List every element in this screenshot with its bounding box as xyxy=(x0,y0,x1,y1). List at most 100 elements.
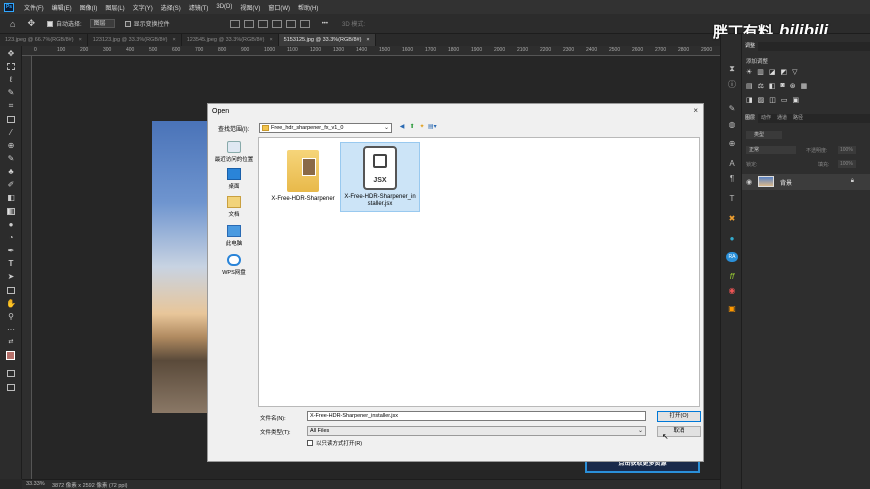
tab-paths[interactable]: 路径 xyxy=(790,114,806,123)
align-middle-icon[interactable] xyxy=(243,19,254,28)
place-computer[interactable]: 此电脑 xyxy=(212,225,256,247)
layer-name[interactable]: 背景 xyxy=(780,178,792,187)
place-documents[interactable]: 文档 xyxy=(212,196,256,218)
type-tool-icon[interactable]: T xyxy=(6,259,16,268)
brush-settings-icon[interactable]: ✎ xyxy=(726,104,738,114)
chevron-down-icon[interactable]: ⌄ xyxy=(638,427,643,435)
zoom-level[interactable]: 33.33% xyxy=(26,481,45,487)
close-icon[interactable]: × xyxy=(693,106,698,115)
close-icon[interactable]: × xyxy=(172,37,175,43)
menu-help[interactable]: 帮助(H) xyxy=(294,3,322,12)
screen-mode-icon[interactable] xyxy=(7,384,15,391)
plugin-cube-icon[interactable]: ▣ xyxy=(726,304,738,314)
plugin-ff-icon[interactable]: ff xyxy=(726,272,738,282)
menu-view[interactable]: 视图(V) xyxy=(236,3,264,12)
layer-row[interactable]: ◉ 背景 🔒︎ xyxy=(742,174,870,190)
brightness-icon[interactable]: ☀ xyxy=(746,68,752,76)
quick-mask-icon[interactable] xyxy=(7,370,15,377)
move-tool-icon[interactable]: ✥ xyxy=(27,18,35,29)
filename-input[interactable]: X-Free-HDR-Sharpener_installer.jsx xyxy=(307,411,646,421)
plugin-color-wheel-icon[interactable]: ◉ xyxy=(726,286,738,296)
doc-tab[interactable]: 123.jpeg @ 66.7%(RGB/8#) × xyxy=(0,34,88,46)
tab-actions[interactable]: 动作 xyxy=(758,114,774,123)
hue-saturation-icon[interactable]: ▤ xyxy=(746,82,753,90)
layer-kind-filter[interactable]: 类型 xyxy=(746,131,782,139)
menu-image[interactable]: 图像(I) xyxy=(76,3,102,12)
clone-source-icon[interactable]: ⊕ xyxy=(726,139,738,149)
readonly-checkbox[interactable] xyxy=(307,440,313,446)
history-brush-tool-icon[interactable]: ✐ xyxy=(6,180,16,189)
gradient-map-icon[interactable]: ▭ xyxy=(781,96,788,104)
menu-type[interactable]: 文字(Y) xyxy=(129,3,157,12)
close-icon[interactable]: × xyxy=(269,37,272,43)
visibility-eye-icon[interactable]: ◉ xyxy=(746,178,752,186)
blur-tool-icon[interactable]: ● xyxy=(6,220,16,229)
photo-filter-icon[interactable]: ◙ xyxy=(781,82,785,90)
brushes-icon[interactable]: ◍ xyxy=(726,120,738,130)
tool-presets-icon[interactable]: T xyxy=(726,194,738,204)
menu-select[interactable]: 选择(S) xyxy=(157,3,185,12)
swap-colors-icon[interactable]: ⇄ xyxy=(6,338,16,347)
place-recent[interactable]: 最近访问的位置 xyxy=(212,141,256,163)
back-icon[interactable]: ◀ xyxy=(398,123,406,131)
vibrance-icon[interactable]: ▽ xyxy=(792,68,797,76)
frame-tool-icon[interactable] xyxy=(7,116,15,123)
auto-select-checkbox[interactable] xyxy=(46,20,53,27)
channel-mixer-icon[interactable]: ⊛ xyxy=(790,82,796,90)
move-tool-icon[interactable]: ✥ xyxy=(6,49,16,58)
quick-select-tool-icon[interactable]: ✎ xyxy=(6,88,16,97)
eraser-tool-icon[interactable]: ◧ xyxy=(6,193,16,202)
chevron-down-icon[interactable]: ⌄ xyxy=(384,124,389,132)
black-white-icon[interactable]: ◧ xyxy=(769,82,776,90)
selective-color-icon[interactable]: ▣ xyxy=(793,96,800,104)
tab-channels[interactable]: 通道 xyxy=(774,114,790,123)
show-transform-checkbox[interactable] xyxy=(124,20,131,27)
menu-window[interactable]: 窗口(W) xyxy=(264,3,294,12)
readonly-option[interactable]: 以只读方式打开(R) xyxy=(307,439,362,447)
filetype-dropdown[interactable]: All Files ⌄ xyxy=(307,426,646,436)
plugin-ra-icon[interactable]: RA xyxy=(726,252,738,262)
close-icon[interactable]: × xyxy=(366,37,369,43)
invert-icon[interactable]: ◨ xyxy=(746,96,753,104)
file-item-folder[interactable]: X-Free-HDR-Sharpener xyxy=(263,142,343,212)
plugin-x-icon[interactable]: ✖ xyxy=(726,214,738,224)
marquee-tool-icon[interactable] xyxy=(7,63,15,70)
exposure-icon[interactable]: ◩ xyxy=(781,68,788,76)
threshold-icon[interactable]: ◫ xyxy=(769,96,776,104)
auto-select-dropdown[interactable]: 图层 xyxy=(89,19,115,28)
zoom-tool-icon[interactable]: ⚲ xyxy=(6,312,16,321)
close-icon[interactable]: × xyxy=(79,37,82,43)
curves-icon[interactable]: ◪ xyxy=(769,68,776,76)
align-left-icon[interactable] xyxy=(271,19,282,28)
brush-tool-icon[interactable]: ✎ xyxy=(6,154,16,163)
doc-tab[interactable]: 123545.jpeg @ 33.3%(RGB/8#) × xyxy=(182,34,279,46)
place-wps-cloud[interactable]: WPS网盘 xyxy=(212,254,256,276)
menu-3d[interactable]: 3D(D) xyxy=(212,4,236,10)
menu-edit[interactable]: 编辑(E) xyxy=(48,3,76,12)
gradient-tool-icon[interactable] xyxy=(7,208,15,215)
new-folder-icon[interactable]: ✦ xyxy=(418,123,426,131)
document-image[interactable] xyxy=(152,121,208,413)
home-icon[interactable]: ⌂ xyxy=(10,19,15,29)
menu-layer[interactable]: 图层(L) xyxy=(101,3,128,12)
crop-tool-icon[interactable]: ⌗ xyxy=(6,101,16,110)
document-info[interactable]: 3872 像素 x 2592 像素 (72 ppi) xyxy=(52,481,128,489)
pen-tool-icon[interactable]: ✒ xyxy=(6,246,16,255)
more-options-icon[interactable]: ••• xyxy=(322,21,328,27)
file-list[interactable]: X-Free-HDR-Sharpener JSX X-Free-HDR-Shar… xyxy=(258,137,700,407)
opacity-input[interactable]: 100% xyxy=(838,146,856,154)
place-desktop[interactable]: 桌面 xyxy=(212,168,256,190)
foreground-color-swatch[interactable] xyxy=(6,351,15,360)
clone-stamp-tool-icon[interactable]: ♣ xyxy=(6,167,16,176)
healing-brush-tool-icon[interactable]: ⊕ xyxy=(6,141,16,150)
dodge-tool-icon[interactable]: ◔ xyxy=(6,233,16,242)
view-menu-icon[interactable]: ▤▾ xyxy=(428,123,437,131)
align-top-icon[interactable] xyxy=(229,19,240,28)
align-right-icon[interactable] xyxy=(299,19,310,28)
color-lookup-icon[interactable]: ▦ xyxy=(801,82,808,90)
lasso-tool-icon[interactable]: ℓ xyxy=(6,75,16,84)
plugin-drop-icon[interactable]: ● xyxy=(726,234,738,244)
menu-filter[interactable]: 滤镜(T) xyxy=(185,3,213,12)
more-tools-icon[interactable]: ··· xyxy=(6,325,16,334)
tab-layers[interactable]: 图层 xyxy=(742,114,759,123)
